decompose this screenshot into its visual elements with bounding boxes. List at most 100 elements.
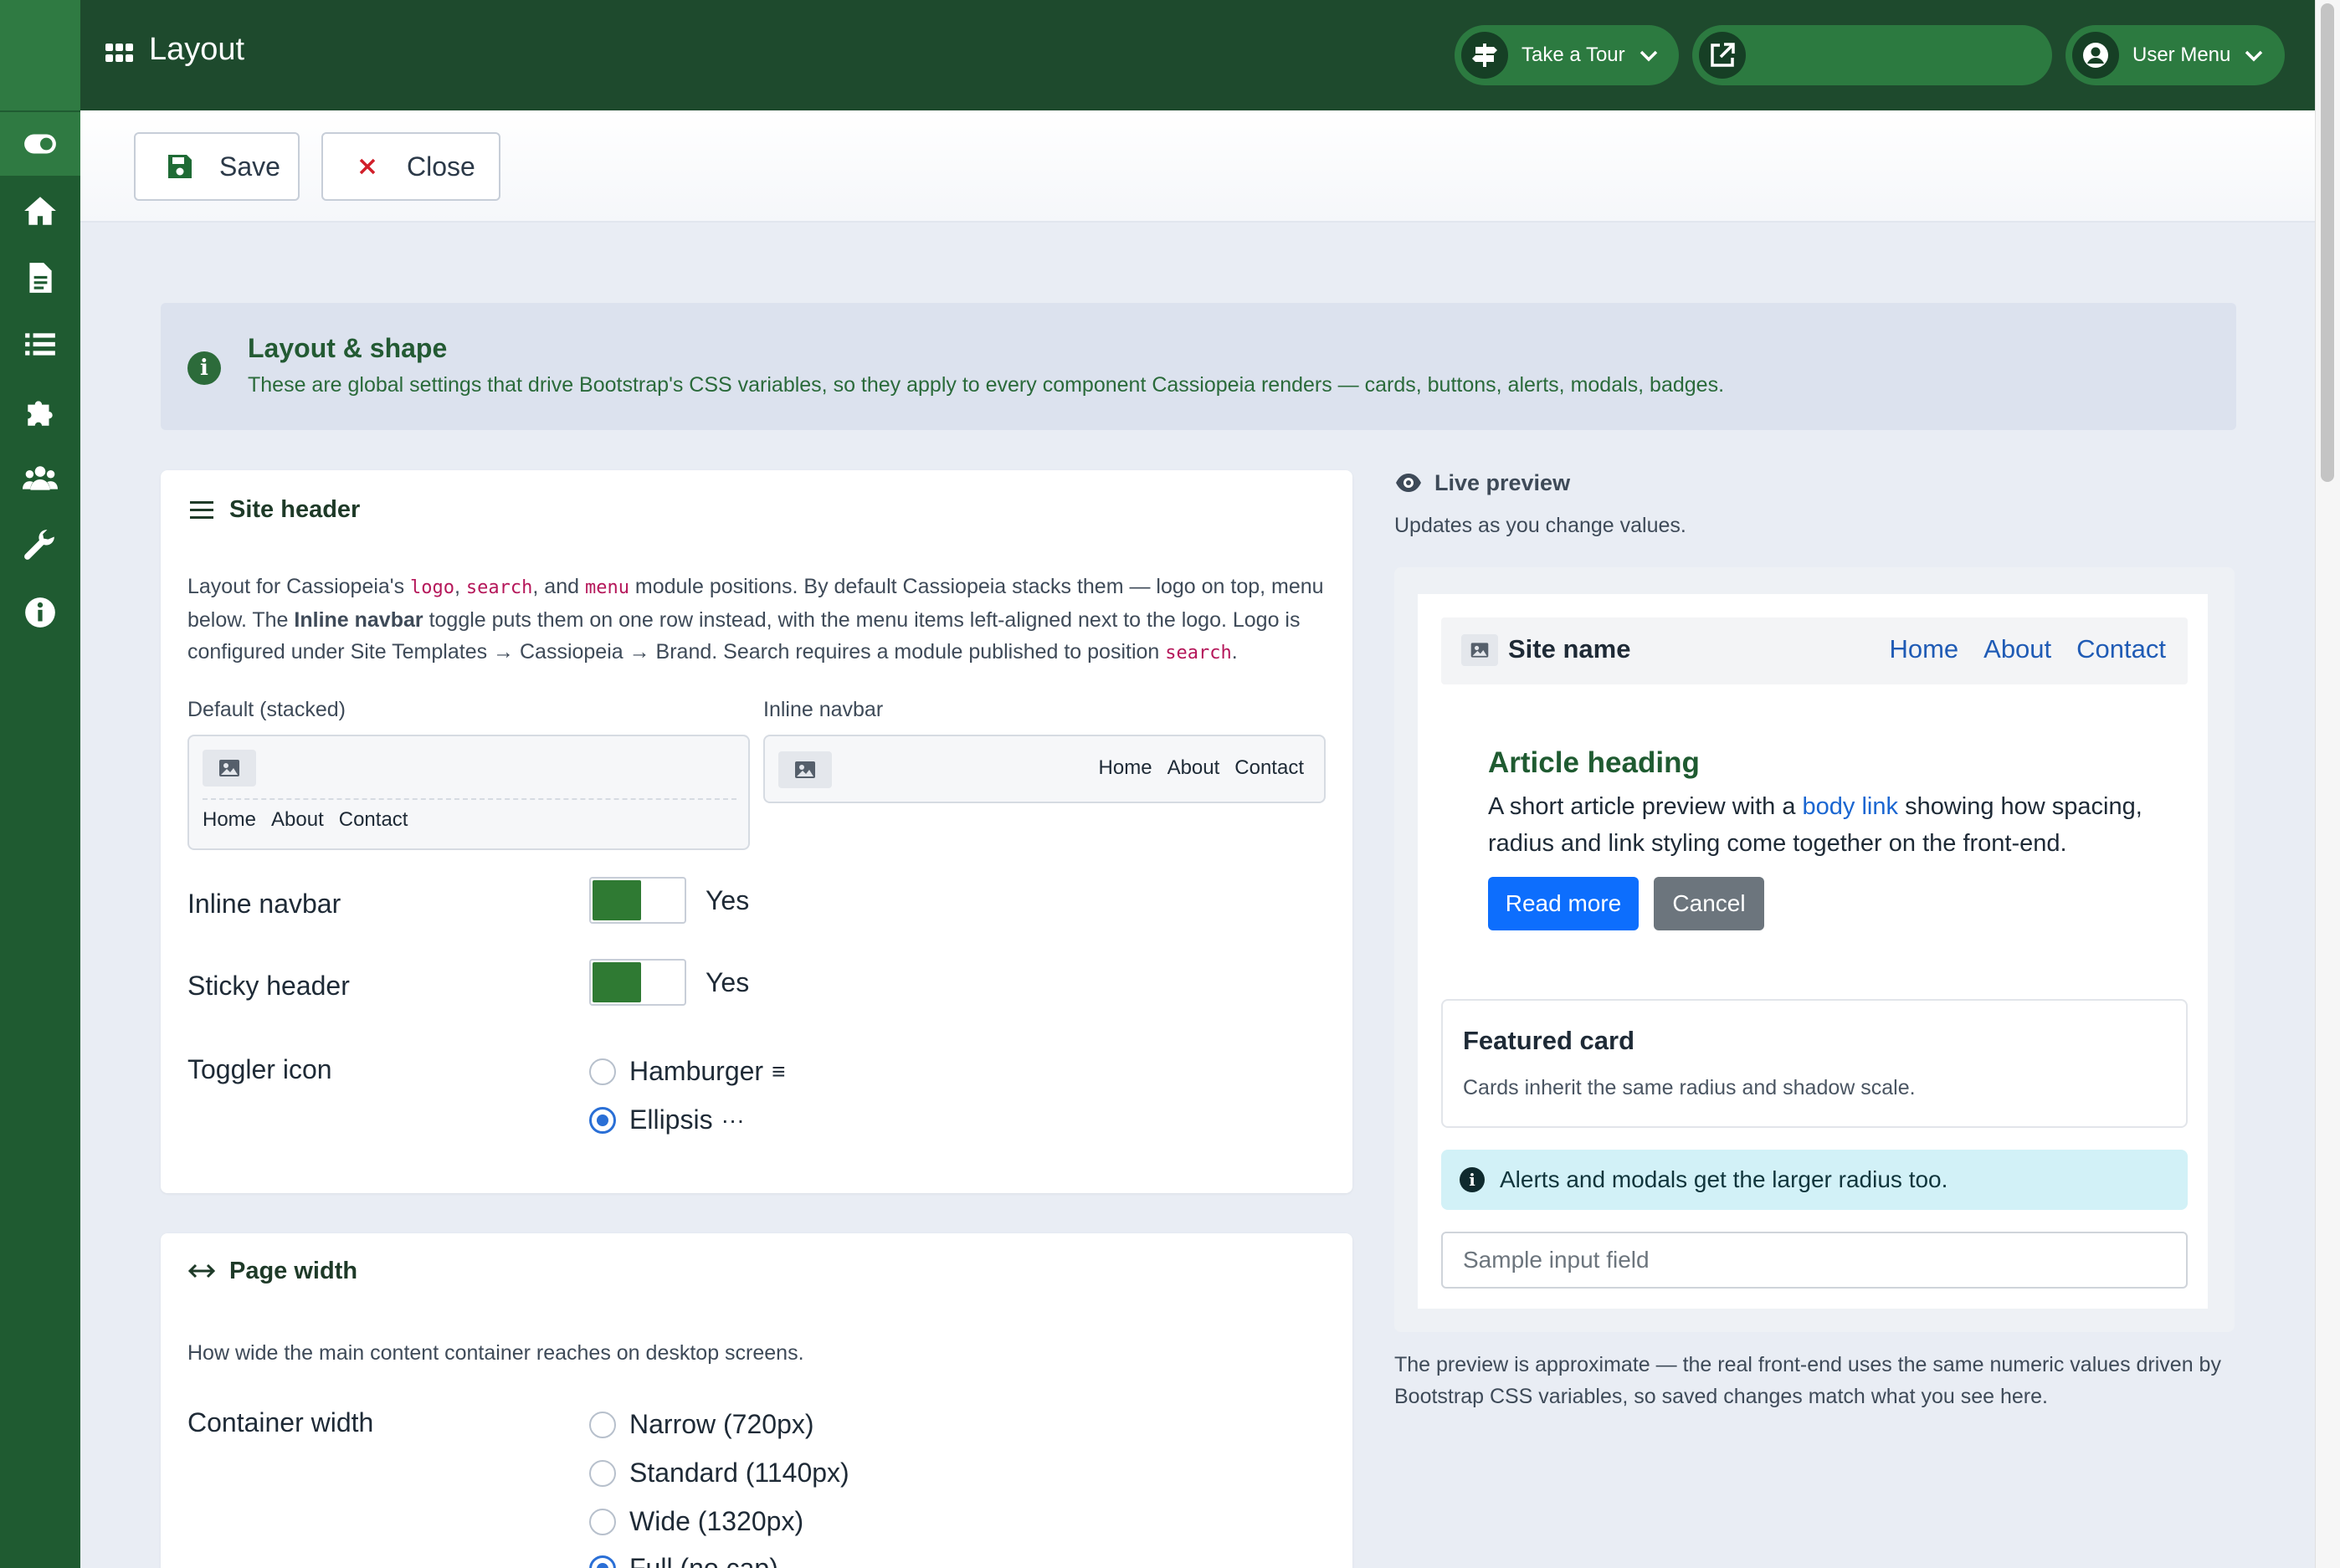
nav-item: About — [1167, 756, 1220, 779]
close-button[interactable]: Close — [321, 132, 500, 201]
banner-title: Layout & shape — [248, 333, 448, 363]
sidebar-item-help[interactable] — [0, 581, 80, 644]
external-link-icon — [1711, 43, 1735, 67]
image-icon — [795, 761, 815, 778]
preview-nav-link[interactable]: About — [1983, 634, 2051, 664]
user-avatar-wrap — [2072, 32, 2119, 79]
list-icon — [25, 333, 55, 356]
cancel-button[interactable]: Cancel — [1654, 877, 1764, 930]
nav-item: Home — [203, 808, 257, 831]
sticky-header-toggle[interactable] — [589, 959, 686, 1006]
radio-narrow[interactable]: Narrow (720px) — [589, 1409, 814, 1440]
header-bar: Layout Take a Tour User Menu — [80, 0, 2315, 110]
close-icon — [359, 158, 376, 175]
close-label: Close — [407, 151, 475, 182]
sidebar-item-toggle-menu[interactable] — [0, 112, 80, 176]
user-circle-icon — [2083, 43, 2108, 68]
featured-card-text: Cards inherit the same radius and shadow… — [1463, 1076, 1916, 1099]
inline-nav-items: Home About Contact — [1099, 756, 1304, 780]
container-width-label: Container width — [187, 1407, 374, 1437]
ellipsis-glyph-icon: ··· — [721, 1106, 745, 1133]
radio-circle-selected — [589, 1106, 616, 1134]
preview-alert-text: Alerts and modals get the larger radius … — [1500, 1166, 1948, 1192]
radio-hamburger[interactable]: Hamburger ≡ — [589, 1056, 785, 1087]
info-icon: i — [1460, 1167, 1485, 1192]
take-a-tour-button[interactable]: Take a Tour — [1455, 25, 1679, 85]
hamburger-icon — [190, 501, 213, 519]
live-preview-subtitle: Updates as you change values. — [1394, 514, 1686, 537]
nav-item: Home — [1098, 756, 1152, 779]
page-title: Layout — [149, 32, 245, 67]
save-icon — [168, 155, 192, 178]
desc-text: , — [454, 575, 466, 598]
default-stacked-preview: Home About Contact — [187, 735, 750, 850]
radio-label: Narrow (720px) — [629, 1409, 814, 1439]
radio-ellipsis[interactable]: Ellipsis ··· — [589, 1104, 745, 1135]
arrows-horizontal-icon — [187, 1263, 216, 1278]
nav-item: Contact — [338, 808, 408, 831]
grid-icon — [105, 44, 133, 62]
desc-text: , and — [532, 575, 585, 598]
logo-placeholder — [203, 750, 256, 787]
nav-item: Contact — [1234, 756, 1304, 779]
preview-body-link[interactable]: body link — [1803, 793, 1898, 820]
preview-nav-link[interactable]: Home — [1889, 634, 1958, 664]
sidebar-logo-area — [0, 0, 80, 110]
preview-nav-links: Home About Contact — [1864, 634, 2166, 664]
radio-standard[interactable]: Standard (1140px) — [589, 1458, 849, 1489]
info-icon — [25, 597, 55, 628]
sticky-header-value: Yes — [706, 967, 750, 997]
default-stacked-label: Default (stacked) — [187, 698, 346, 721]
live-preview-title: Live preview — [1434, 469, 1571, 495]
site-header-heading: Site header — [187, 495, 360, 524]
sidebar-item-menus[interactable] — [0, 313, 80, 377]
take-a-tour-label: Take a Tour — [1522, 44, 1625, 66]
wrench-icon — [24, 530, 54, 560]
user-menu-button[interactable]: User Menu — [2065, 25, 2285, 85]
radio-circle — [589, 1411, 616, 1438]
image-icon — [1470, 643, 1489, 658]
radio-full[interactable]: Full (no cap) — [589, 1553, 778, 1568]
chevron-down-icon — [2245, 50, 2263, 62]
site-header-title: Site header — [229, 495, 361, 523]
file-icon — [29, 263, 52, 293]
desc-text: . — [1231, 640, 1238, 664]
sample-input-field[interactable] — [1441, 1232, 2188, 1289]
view-site-button[interactable] — [1692, 25, 2052, 85]
featured-card-title: Featured card — [1463, 1026, 1635, 1055]
scrollbar-thumb[interactable] — [2321, 3, 2334, 482]
save-label: Save — [219, 151, 280, 182]
live-preview-heading: Live preview — [1394, 469, 1570, 497]
inline-navbar-label: Inline navbar — [187, 889, 341, 919]
inline-navbar-toggle[interactable] — [589, 877, 686, 924]
radio-wide[interactable]: Wide (1320px) — [589, 1506, 803, 1537]
sticky-header-label: Sticky header — [187, 971, 350, 1001]
code-menu: menu — [584, 577, 629, 598]
sidebar-item-content[interactable] — [0, 246, 80, 310]
code-logo: logo — [410, 577, 455, 598]
signpost-icon-wrap — [1461, 32, 1508, 79]
home-icon — [24, 197, 56, 225]
radio-circle-selected — [589, 1555, 616, 1568]
radio-label: Standard (1140px) — [629, 1458, 849, 1488]
toggle-on-state — [593, 880, 641, 920]
users-icon — [23, 466, 58, 490]
info-icon: i — [187, 351, 221, 385]
read-more-button[interactable]: Read more — [1488, 877, 1639, 930]
sidebar-item-home[interactable] — [0, 179, 80, 243]
sidebar-item-system[interactable] — [0, 514, 80, 577]
toggle-on-state — [593, 962, 641, 1002]
preview-nav-link[interactable]: Contact — [2076, 634, 2166, 664]
featured-card: Featured card Cards inherit the same rad… — [1441, 999, 2188, 1128]
info-banner: i Layout & shape These are global settin… — [161, 303, 2236, 430]
code-search: search — [1165, 643, 1232, 664]
banner-text: These are global settings that drive Boo… — [248, 373, 1725, 397]
eye-icon — [1396, 474, 1421, 492]
save-button[interactable]: Save — [134, 132, 300, 201]
puzzle-icon — [28, 401, 53, 426]
preview-note: The preview is approximate — the real fr… — [1394, 1353, 2221, 1408]
sidebar-item-extensions[interactable] — [0, 380, 80, 443]
page-width-heading: Page width — [187, 1257, 357, 1285]
nav-item: About — [271, 808, 324, 831]
sidebar-item-users[interactable] — [0, 447, 80, 510]
